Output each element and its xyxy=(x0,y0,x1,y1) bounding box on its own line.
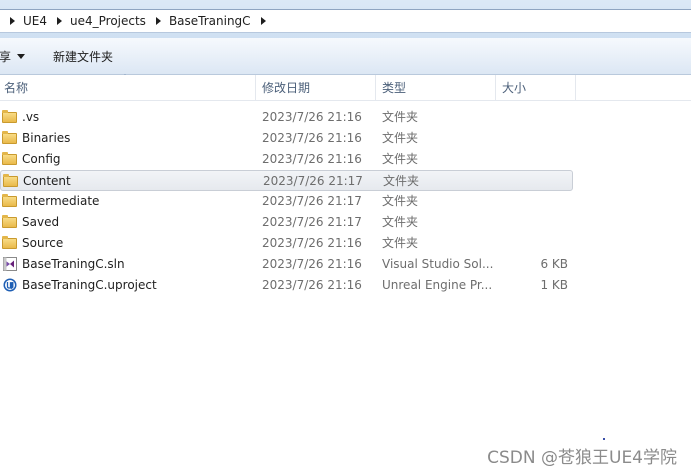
chevron-right-icon xyxy=(10,17,15,25)
share-button[interactable]: 享 xyxy=(0,38,26,74)
breadcrumb-expand[interactable] xyxy=(251,10,274,32)
file-date: 2023/7/26 21:17 xyxy=(262,194,362,208)
file-date: 2023/7/26 21:16 xyxy=(262,278,362,292)
folder-icon xyxy=(3,174,18,187)
file-size xyxy=(496,128,568,149)
file-name: Source xyxy=(22,236,64,250)
file-size xyxy=(497,171,569,192)
breadcrumb-label: ue4_Projects xyxy=(70,14,146,28)
file-date: 2023/7/26 21:16 xyxy=(262,257,362,271)
new-folder-label: 新建文件夹 xyxy=(53,49,114,64)
file-row[interactable]: Config 2023/7/26 21:16 文件夹 xyxy=(0,149,573,170)
address-bar[interactable]: UE4 ue4_Projects BaseTraningC xyxy=(0,9,691,33)
file-size xyxy=(496,212,568,233)
column-headers: 名称 修改日期 类型 大小 xyxy=(0,75,691,101)
chevron-right-icon xyxy=(155,17,161,25)
file-date: 2023/7/26 21:17 xyxy=(263,174,363,188)
file-type: 文件夹 xyxy=(382,131,419,145)
folder-icon xyxy=(2,194,17,207)
file-type: 文件夹 xyxy=(382,194,419,208)
file-name: Content xyxy=(23,174,71,188)
file-row-selected[interactable]: Content 2023/7/26 21:17 文件夹 xyxy=(0,170,573,191)
file-size: 1 KB xyxy=(540,278,568,292)
folder-icon xyxy=(2,131,17,144)
toolbar: 享 新建文件夹 xyxy=(0,38,691,75)
breadcrumb-label: BaseTraningC xyxy=(168,14,251,28)
watermark: CSDN @苍狼王UE4学院 xyxy=(487,448,677,468)
file-type: 文件夹 xyxy=(382,236,419,250)
column-header-type[interactable]: 类型 xyxy=(376,75,496,100)
file-size xyxy=(496,191,568,212)
file-row[interactable]: BaseTraningC.sln 2023/7/26 21:16 Visual … xyxy=(0,254,573,275)
file-type: 文件夹 xyxy=(382,152,419,166)
chevron-down-icon xyxy=(17,53,26,59)
share-label: 享 xyxy=(0,49,12,64)
file-row[interactable]: Saved 2023/7/26 21:17 文件夹 xyxy=(0,212,573,233)
file-size xyxy=(496,233,568,254)
file-date: 2023/7/26 21:16 xyxy=(262,110,362,124)
file-date: 2023/7/26 21:16 xyxy=(262,236,362,250)
breadcrumb-ue4-projects[interactable]: ue4_Projects xyxy=(47,10,146,32)
file-type: Unreal Engine Pr... xyxy=(382,278,493,292)
file-type: Visual Studio Sol... xyxy=(382,257,494,271)
address-bar-area: UE4 ue4_Projects BaseTraningC xyxy=(0,0,691,38)
folder-icon xyxy=(2,215,17,228)
file-name: Intermediate xyxy=(22,194,100,208)
folder-icon xyxy=(2,110,17,123)
chevron-right-icon xyxy=(57,17,62,25)
file-name: .vs xyxy=(22,110,40,124)
visual-studio-icon xyxy=(3,257,17,271)
unreal-engine-icon xyxy=(3,278,17,292)
folder-icon xyxy=(2,236,17,249)
file-size xyxy=(496,107,568,128)
breadcrumb-label: UE4 xyxy=(23,14,47,28)
breadcrumb-ue4[interactable]: UE4 xyxy=(0,10,47,32)
file-date: 2023/7/26 21:17 xyxy=(262,215,362,229)
column-header-name[interactable]: 名称 xyxy=(0,75,256,100)
file-date: 2023/7/26 21:16 xyxy=(262,152,362,166)
file-row[interactable]: Binaries 2023/7/26 21:16 文件夹 xyxy=(0,128,573,149)
file-row[interactable]: Source 2023/7/26 21:16 文件夹 xyxy=(0,233,573,254)
file-row[interactable]: .vs 2023/7/26 21:16 文件夹 xyxy=(0,107,573,128)
file-type: 文件夹 xyxy=(383,174,420,188)
file-type: 文件夹 xyxy=(382,110,419,124)
file-name: BaseTraningC.uproject xyxy=(22,278,157,292)
chevron-right-icon xyxy=(260,17,266,25)
stray-dot xyxy=(603,438,605,440)
file-row[interactable]: BaseTraningC.uproject 2023/7/26 21:16 Un… xyxy=(0,275,573,296)
file-type: 文件夹 xyxy=(382,215,419,229)
file-name: Saved xyxy=(22,215,60,229)
new-folder-button[interactable]: 新建文件夹 xyxy=(53,38,113,74)
folder-icon xyxy=(2,152,17,165)
file-date: 2023/7/26 21:16 xyxy=(262,131,362,145)
column-header-size[interactable]: 大小 xyxy=(496,75,576,100)
file-name: BaseTraningC.sln xyxy=(22,257,125,271)
file-size xyxy=(496,149,568,170)
breadcrumb-basetraningc[interactable]: BaseTraningC xyxy=(146,10,251,32)
file-name: Binaries xyxy=(22,131,71,145)
column-header-date[interactable]: 修改日期 xyxy=(256,75,376,100)
file-row[interactable]: Intermediate 2023/7/26 21:17 文件夹 xyxy=(0,191,573,212)
file-name: Config xyxy=(22,152,61,166)
file-size: 6 KB xyxy=(540,257,568,271)
